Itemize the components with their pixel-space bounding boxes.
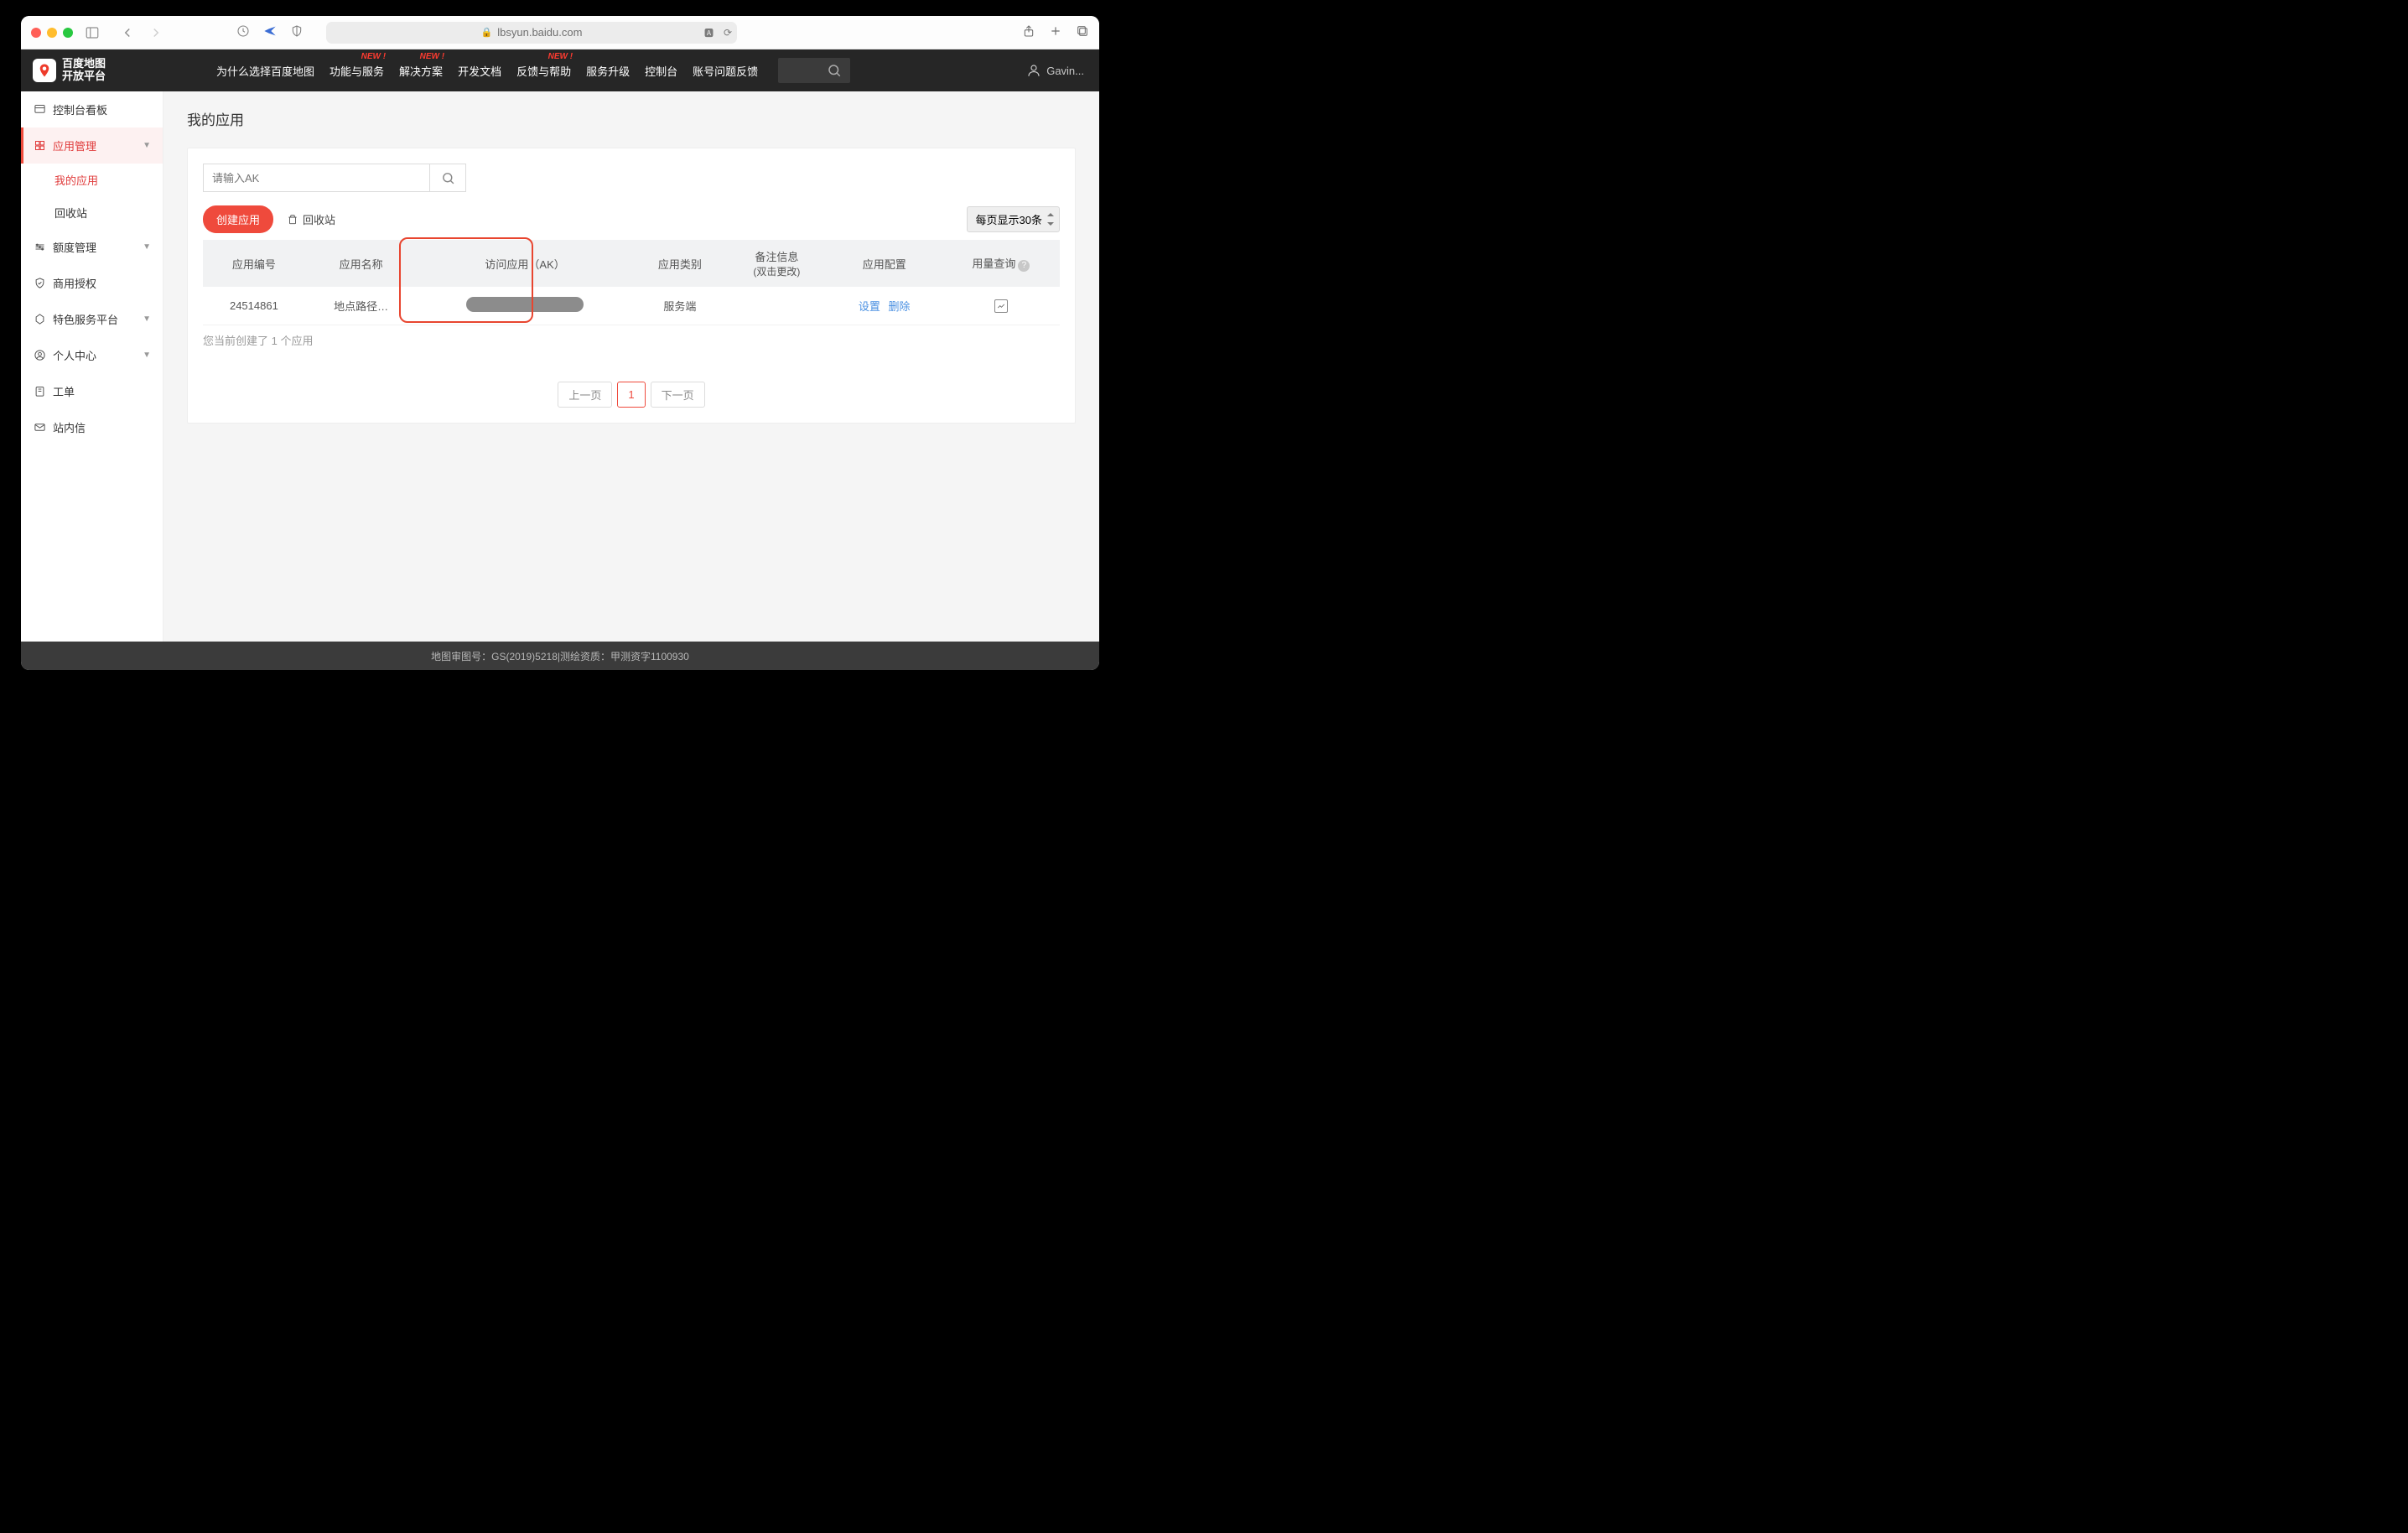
- lock-icon: 🔒: [481, 27, 493, 38]
- row-delete-link[interactable]: 删除: [889, 300, 911, 313]
- cell-id: 24514861: [203, 287, 305, 325]
- nav-why[interactable]: 为什么选择百度地图: [216, 63, 314, 79]
- trash-icon: [287, 214, 298, 226]
- app-header: 百度地图 开放平台 为什么选择百度地图 NEW !功能与服务 NEW !解决方案…: [21, 49, 1099, 91]
- pager-next[interactable]: 下一页: [651, 382, 705, 408]
- sidebar-item-quota[interactable]: 额度管理 ▼: [21, 229, 163, 265]
- sidebar-item-license[interactable]: 商用授权: [21, 265, 163, 301]
- history-icon[interactable]: [234, 24, 252, 40]
- ak-highlight: [399, 237, 533, 323]
- row-set-link[interactable]: 设置: [859, 300, 880, 313]
- apps-table: 应用编号 应用名称 访问应用（AK） 应用类别 备注信息 (双击更改) 应用配置…: [203, 240, 1060, 325]
- sidebar-item-profile[interactable]: 个人中心 ▼: [21, 337, 163, 373]
- logo-mark-icon: [33, 59, 56, 82]
- logo[interactable]: 百度地图 开放平台: [33, 58, 106, 82]
- bird-icon[interactable]: [261, 24, 279, 40]
- help-icon[interactable]: ?: [1018, 260, 1030, 272]
- sidebar-sub-my-apps[interactable]: 我的应用: [21, 164, 163, 196]
- dashboard-icon: [33, 103, 46, 117]
- nav-features[interactable]: NEW !功能与服务: [330, 63, 384, 79]
- mail-icon: [33, 421, 46, 434]
- nav-account-feedback[interactable]: 账号问题反馈: [693, 63, 758, 79]
- title-bar: 🔒 lbsyun.baidu.com 🅰 ⟳: [21, 16, 1099, 49]
- apps-icon: [33, 139, 46, 153]
- nav-feedback[interactable]: NEW !反馈与帮助: [516, 63, 571, 79]
- cell-config: 设置 删除: [827, 287, 942, 325]
- sidebar-item-tickets[interactable]: 工单: [21, 373, 163, 409]
- ticket-icon: [33, 385, 46, 398]
- header-nav: 为什么选择百度地图 NEW !功能与服务 NEW !解决方案 开发文档 NEW …: [216, 63, 758, 79]
- col-type: 应用类别: [633, 240, 727, 287]
- col-config: 应用配置: [827, 240, 942, 287]
- logo-text: 百度地图 开放平台: [62, 58, 106, 82]
- search-icon: [441, 171, 455, 185]
- col-usage: 用量查询?: [942, 240, 1060, 287]
- ak-search-button[interactable]: [429, 164, 466, 192]
- sidebar: 控制台看板 应用管理 ▼ 我的应用 回收站 额度管理 ▼ 商用授权: [21, 91, 163, 642]
- sidebar-item-messages[interactable]: 站内信: [21, 409, 163, 445]
- sidebar-toggle-icon[interactable]: [81, 23, 103, 42]
- share-icon[interactable]: [1022, 24, 1035, 41]
- col-id: 应用编号: [203, 240, 305, 287]
- chevron-down-icon: ▼: [143, 141, 151, 150]
- nav-docs[interactable]: 开发文档: [458, 63, 501, 79]
- user-circle-icon: [33, 349, 46, 362]
- url-text: lbsyun.baidu.com: [497, 26, 582, 39]
- col-note: 备注信息 (双击更改): [727, 240, 827, 287]
- footer: 地图审图号：GS(2019)5218|测绘资质：甲测资字1100930: [21, 642, 1099, 670]
- cell-type: 服务端: [633, 287, 727, 325]
- translate-icon[interactable]: 🅰: [704, 26, 714, 39]
- sidebar-sub-recycle[interactable]: 回收站: [21, 196, 163, 229]
- app-content: 百度地图 开放平台 为什么选择百度地图 NEW !功能与服务 NEW !解决方案…: [21, 49, 1099, 670]
- cell-note[interactable]: [727, 287, 827, 325]
- user-menu[interactable]: Gavin...: [1026, 63, 1084, 78]
- shield-check-icon: [33, 277, 46, 290]
- search-icon: [827, 63, 842, 78]
- back-button[interactable]: [117, 23, 138, 42]
- url-bar[interactable]: 🔒 lbsyun.baidu.com 🅰 ⟳: [326, 22, 737, 44]
- scrollbar[interactable]: [1087, 53, 1097, 667]
- pager: 上一页 1 下一页: [203, 382, 1060, 408]
- sidebar-item-apps[interactable]: 应用管理 ▼: [21, 127, 163, 164]
- header-search[interactable]: [778, 58, 850, 83]
- recycle-link[interactable]: 回收站: [287, 211, 335, 227]
- forward-button[interactable]: [145, 23, 167, 42]
- quota-icon: [33, 241, 46, 254]
- chevron-down-icon: ▼: [143, 351, 151, 360]
- created-note: 您当前创建了 1 个应用: [203, 332, 1060, 348]
- nav-solutions[interactable]: NEW !解决方案: [399, 63, 443, 79]
- nav-console[interactable]: 控制台: [645, 63, 677, 79]
- shield-icon[interactable]: [288, 24, 306, 40]
- minimize-window-button[interactable]: [47, 28, 57, 38]
- nav-upgrade[interactable]: 服务升级: [586, 63, 630, 79]
- create-app-button[interactable]: 创建应用: [203, 205, 273, 233]
- apps-panel: 创建应用 回收站 每页显示30条 应用编号: [187, 148, 1076, 424]
- cell-usage: [942, 287, 1060, 325]
- close-window-button[interactable]: [31, 28, 41, 38]
- ak-search-input[interactable]: [203, 164, 429, 192]
- usage-chart-icon[interactable]: [994, 299, 1008, 313]
- window-controls: [31, 28, 73, 38]
- tabs-icon[interactable]: [1076, 24, 1089, 41]
- table-row: 24514861 地点路径… 服务端 设置 删除: [203, 287, 1060, 325]
- main-content: 我的应用 创建应用 回收站: [163, 91, 1099, 642]
- chevron-down-icon: ▼: [143, 314, 151, 324]
- chevron-down-icon: ▼: [143, 242, 151, 252]
- badge-icon: [33, 313, 46, 326]
- page-size-select[interactable]: 每页显示30条: [967, 206, 1060, 232]
- browser-window: 🔒 lbsyun.baidu.com 🅰 ⟳: [21, 16, 1099, 670]
- sidebar-item-special[interactable]: 特色服务平台 ▼: [21, 301, 163, 337]
- add-tab-icon[interactable]: [1049, 24, 1062, 41]
- app-body: 控制台看板 应用管理 ▼ 我的应用 回收站 额度管理 ▼ 商用授权: [21, 91, 1099, 642]
- table-header-row: 应用编号 应用名称 访问应用（AK） 应用类别 备注信息 (双击更改) 应用配置…: [203, 240, 1060, 287]
- user-icon: [1026, 63, 1041, 78]
- reload-icon[interactable]: ⟳: [724, 27, 732, 39]
- pager-current[interactable]: 1: [617, 382, 645, 408]
- page-title: 我的应用: [187, 108, 1076, 129]
- maximize-window-button[interactable]: [63, 28, 73, 38]
- pager-prev[interactable]: 上一页: [558, 382, 612, 408]
- sidebar-item-dashboard[interactable]: 控制台看板: [21, 91, 163, 127]
